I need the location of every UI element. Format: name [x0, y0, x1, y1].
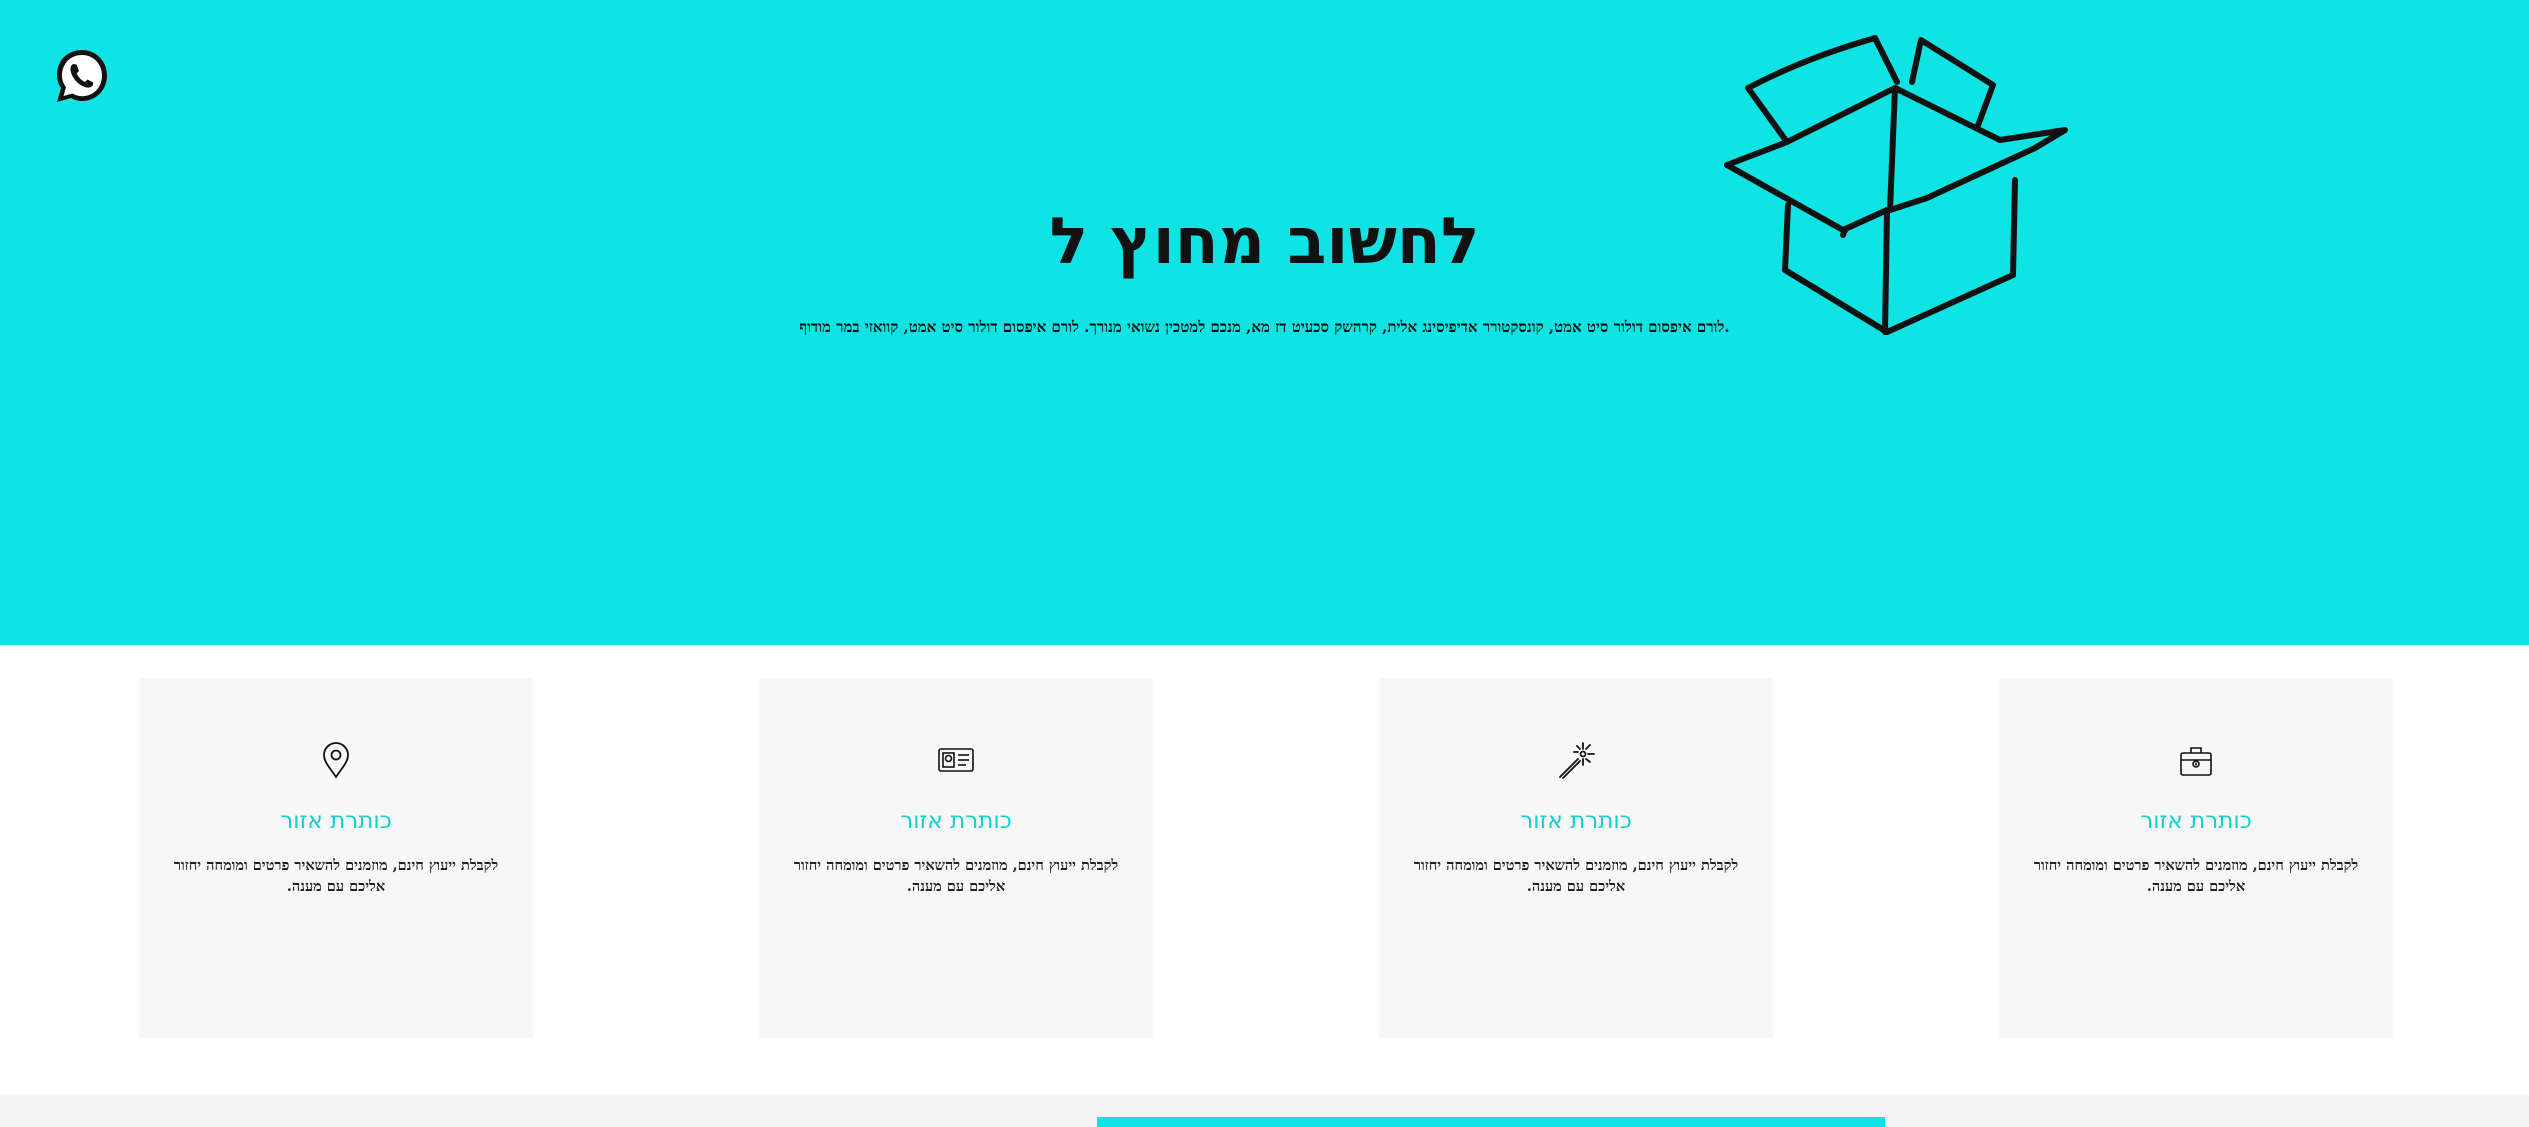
card-text: לקבלת ייעוץ חינם, מוזמנים להשאיר פרטים ו…: [173, 857, 499, 896]
card-title: כותרת אזור: [900, 808, 1012, 834]
feature-cards: כותרת אזור לקבלת ייעוץ חינם, מוזמנים להש…: [0, 678, 2529, 1038]
briefcase-icon: [2180, 747, 2212, 776]
id-card-icon: [938, 748, 974, 772]
card-text: לקבלת ייעוץ חינם, מוזמנים להשאיר פרטים ו…: [793, 857, 1119, 896]
hero-title: לחשוב מחוץ ל: [1049, 205, 1480, 279]
card-title: כותרת אזור: [1520, 808, 1632, 834]
card-text: לקבלת ייעוץ חינם, מוזמנים להשאיר פרטים ו…: [2033, 857, 2359, 896]
next-section-heading-cropped: [340, 1111, 470, 1127]
feature-card: כותרת אזור לקבלת ייעוץ חינם, מוזמנים להש…: [1379, 678, 1773, 1038]
whatsapp-icon[interactable]: [52, 46, 112, 106]
accent-bar: [1097, 1117, 1885, 1127]
card-text: לקבלת ייעוץ חינם, מוזמנים להשאיר פרטים ו…: [1413, 857, 1739, 896]
magic-wand-icon: [1559, 742, 1595, 779]
map-pin-icon: [323, 742, 349, 779]
open-box-illustration: [1724, 35, 2068, 335]
card-title: כותרת אזור: [280, 808, 392, 834]
feature-card: כותרת אזור לקבלת ייעוץ חינם, מוזמנים להש…: [139, 678, 533, 1038]
feature-card: כותרת אזור לקבלת ייעוץ חינם, מוזמנים להש…: [1999, 678, 2393, 1038]
feature-card: כותרת אזור לקבלת ייעוץ חינם, מוזמנים להש…: [759, 678, 1153, 1038]
hero-description: לורם איפסום דולור סיט אמט, קונסקטורר אדי…: [799, 318, 1730, 336]
card-title: כותרת אזור: [2140, 808, 2252, 834]
hero-section: לחשוב מחוץ ל לורם איפסום דולור סיט אמט, …: [0, 0, 2529, 645]
